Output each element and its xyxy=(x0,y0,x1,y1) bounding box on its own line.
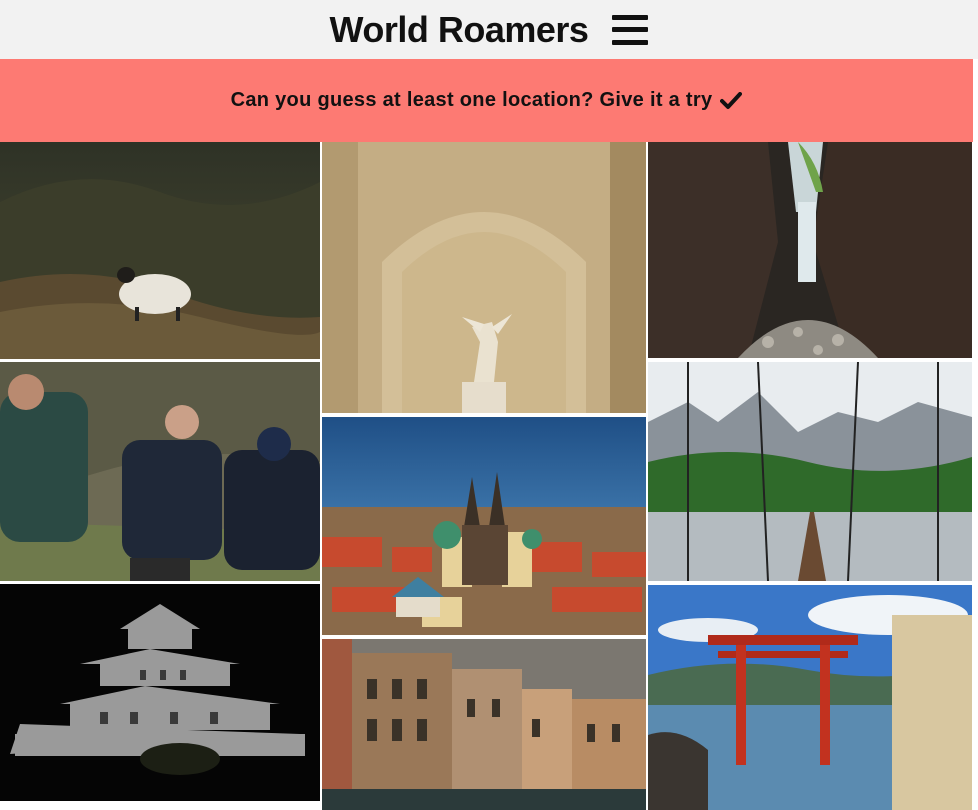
photo-sheep-hillside[interactable] xyxy=(0,142,320,359)
photo-winged-statue-niche[interactable] xyxy=(322,142,646,413)
photo-gallery xyxy=(0,142,978,810)
photo-canal-buildings[interactable] xyxy=(322,639,646,810)
hamburger-menu-icon[interactable] xyxy=(612,14,649,45)
site-header: World Roamers xyxy=(0,0,978,59)
banner-text: Can you guess at least one location? Giv… xyxy=(230,89,713,111)
photo-castle-at-night[interactable] xyxy=(0,584,320,801)
photo-gorge-waterfall[interactable] xyxy=(648,142,972,358)
photo-suspension-bridge[interactable] xyxy=(648,362,972,581)
challenge-banner: Can you guess at least one location? Giv… xyxy=(0,59,973,142)
site-title[interactable]: World Roamers xyxy=(330,9,589,51)
photo-old-town-skyline[interactable] xyxy=(322,417,646,635)
checkmark-icon xyxy=(720,91,743,109)
photo-floating-torii-gate[interactable] xyxy=(648,585,972,810)
photo-three-travelers[interactable] xyxy=(0,362,320,581)
